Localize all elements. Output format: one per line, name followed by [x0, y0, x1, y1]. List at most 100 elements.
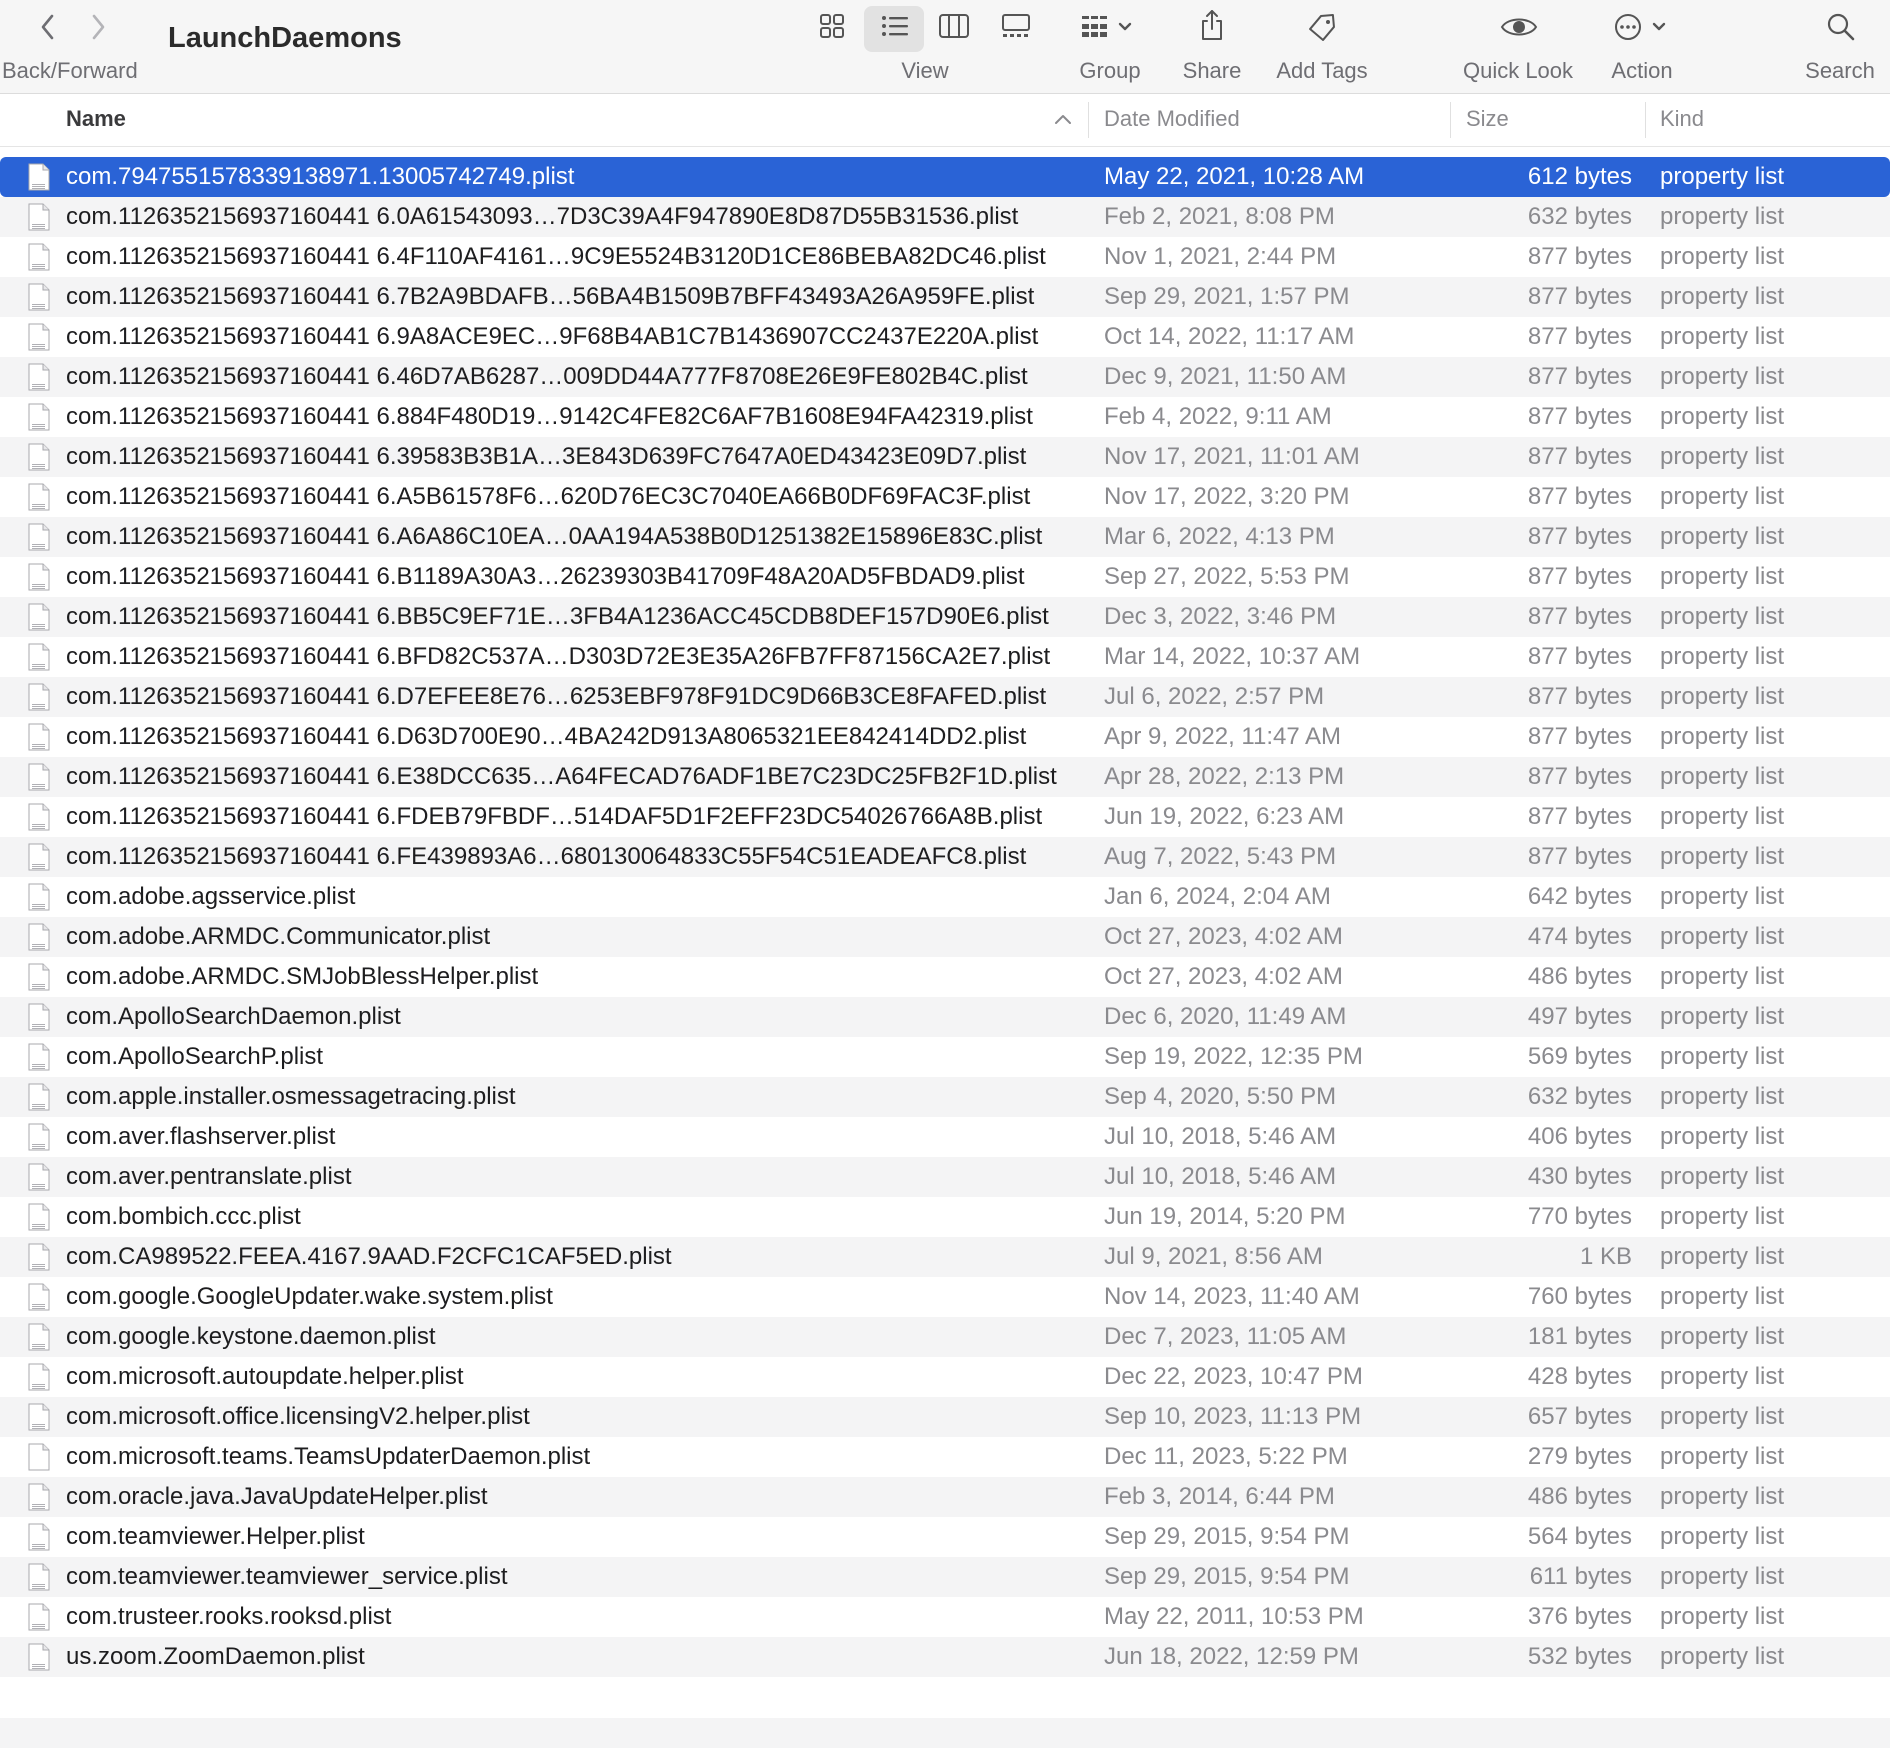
- file-row[interactable]: com.1126352156937160441 6.A6A86C10EA…0AA…: [0, 517, 1890, 557]
- file-name: com.microsoft.office.licensingV2.helper.…: [66, 1403, 530, 1430]
- file-row[interactable]: com.1126352156937160441 6.46D7AB6287…009…: [0, 357, 1890, 397]
- action-button[interactable]: Action: [1604, 0, 1680, 93]
- forward-icon[interactable]: [88, 12, 108, 42]
- file-row[interactable]: com.teamviewer.teamviewer_service.plist S…: [0, 1557, 1890, 1597]
- file-size: 279 bytes: [1527, 1443, 1632, 1470]
- file-row[interactable]: com.microsoft.autoupdate.helper.plist Dec…: [0, 1357, 1890, 1397]
- file-row[interactable]: com.1126352156937160441 6.884F480D19…914…: [0, 397, 1890, 437]
- file-row[interactable]: com.google.GoogleUpdater.wake.system.pli…: [0, 1277, 1890, 1317]
- file-kind: property list: [1660, 843, 1785, 870]
- plist-file-icon: [27, 1643, 51, 1684]
- back-forward-label: Back/Forward: [2, 58, 138, 83]
- file-kind: property list: [1660, 763, 1785, 790]
- file-kind: property list: [1660, 683, 1785, 710]
- file-date-modified: Dec 22, 2023, 10:47 PM: [1104, 1363, 1363, 1390]
- file-size: 486 bytes: [1527, 963, 1632, 990]
- file-row[interactable]: com.1126352156937160441 6.D63D700E90…4BA…: [0, 717, 1890, 757]
- file-row[interactable]: com.1126352156937160441 6.B1189A30A3…262…: [0, 557, 1890, 597]
- file-row[interactable]: com.1126352156937160441 6.BFD82C537A…D30…: [0, 637, 1890, 677]
- share-button[interactable]: Share: [1176, 0, 1248, 93]
- size-column-header[interactable]: Size: [1466, 94, 1509, 146]
- file-date-modified: Mar 6, 2022, 4:13 PM: [1104, 523, 1335, 550]
- file-row[interactable]: com.1126352156937160441 6.39583B3B1A…3E8…: [0, 437, 1890, 477]
- file-row[interactable]: com.aver.pentranslate.plist Jul 10, 2018,…: [0, 1157, 1890, 1197]
- file-kind: property list: [1660, 883, 1785, 910]
- column-divider[interactable]: [1088, 102, 1089, 138]
- file-name: com.teamviewer.teamviewer_service.plist: [66, 1563, 508, 1590]
- file-kind: property list: [1660, 403, 1785, 430]
- file-name: com.1126352156937160441 6.D7EFEE8E76…625…: [66, 683, 1047, 710]
- file-name: com.bombich.ccc.plist: [66, 1203, 301, 1230]
- icon-view-icon[interactable]: [818, 12, 846, 40]
- file-size: 406 bytes: [1527, 1123, 1632, 1150]
- file-row[interactable]: com.aver.flashserver.plist Jul 10, 2018, …: [0, 1117, 1890, 1157]
- file-name: com.1126352156937160441 6.39583B3B1A…3E8…: [66, 443, 1027, 470]
- file-row[interactable]: com.1126352156937160441 6.7B2A9BDAFB…56B…: [0, 277, 1890, 317]
- file-date-modified: Jan 6, 2024, 2:04 AM: [1104, 883, 1331, 910]
- file-row[interactable]: com.microsoft.teams.TeamsUpdaterDaemon.p…: [0, 1437, 1890, 1477]
- view-control: View: [808, 0, 1042, 93]
- file-name: com.google.GoogleUpdater.wake.system.pli…: [66, 1283, 553, 1310]
- file-size: 430 bytes: [1527, 1163, 1632, 1190]
- date-modified-column-header[interactable]: Date Modified: [1104, 94, 1240, 146]
- file-date-modified: Nov 17, 2022, 3:20 PM: [1104, 483, 1350, 510]
- file-size: 564 bytes: [1527, 1523, 1632, 1550]
- file-name: com.microsoft.autoupdate.helper.plist: [66, 1363, 464, 1390]
- file-name: com.oracle.java.JavaUpdateHelper.plist: [66, 1483, 488, 1510]
- file-kind: property list: [1660, 1203, 1785, 1230]
- eye-icon: [1500, 18, 1538, 36]
- file-kind: property list: [1660, 1603, 1785, 1630]
- file-row[interactable]: com.adobe.agsservice.plist Jan 6, 2024, 2…: [0, 877, 1890, 917]
- file-row[interactable]: com.CA989522.FEEA.4167.9AAD.F2CFC1CAF5ED…: [0, 1237, 1890, 1277]
- file-row[interactable]: us.zoom.ZoomDaemon.plist Jun 18, 2022, 12…: [0, 1637, 1890, 1677]
- file-row[interactable]: com.oracle.java.JavaUpdateHelper.plist Fe…: [0, 1477, 1890, 1517]
- search-button[interactable]: Search: [1798, 0, 1882, 93]
- file-kind: property list: [1660, 443, 1785, 470]
- tag-icon: [1309, 13, 1335, 41]
- quick-look-button[interactable]: Quick Look: [1458, 0, 1578, 93]
- file-date-modified: Sep 27, 2022, 5:53 PM: [1104, 563, 1350, 590]
- file-row[interactable]: com.ApolloSearchP.plist Sep 19, 2022, 12:…: [0, 1037, 1890, 1077]
- file-row[interactable]: com.1126352156937160441 6.E38DCC635…A64F…: [0, 757, 1890, 797]
- file-date-modified: Dec 7, 2023, 11:05 AM: [1104, 1323, 1347, 1350]
- file-kind: property list: [1660, 803, 1785, 830]
- file-row[interactable]: com.1126352156937160441 6.4F110AF4161…9C…: [0, 237, 1890, 277]
- add-tags-button[interactable]: Add Tags: [1272, 0, 1372, 93]
- file-row[interactable]: com.1126352156937160441 6.FDEB79FBDF…514…: [0, 797, 1890, 837]
- file-date-modified: Apr 9, 2022, 11:47 AM: [1104, 723, 1342, 750]
- file-row[interactable]: com.1126352156937160441 6.BB5C9EF71E…3FB…: [0, 597, 1890, 637]
- file-row[interactable]: com.1126352156937160441 6.A5B61578F6…620…: [0, 477, 1890, 517]
- file-row[interactable]: com.apple.installer.osmessagetracing.pli…: [0, 1077, 1890, 1117]
- kind-column-header[interactable]: Kind: [1660, 94, 1704, 146]
- file-row[interactable]: com.1126352156937160441 6.D7EFEE8E76…625…: [0, 677, 1890, 717]
- file-row[interactable]: com.adobe.ARMDC.SMJobBlessHelper.plist Oc…: [0, 957, 1890, 997]
- file-row[interactable]: com.1126352156937160441 6.0A61543093…7D3…: [0, 197, 1890, 237]
- file-date-modified: Sep 4, 2020, 5:50 PM: [1104, 1083, 1337, 1110]
- file-row[interactable]: com.7947551578339138971.13005742749.plis…: [0, 157, 1890, 197]
- name-column-header[interactable]: Name: [66, 94, 126, 146]
- file-name: com.1126352156937160441 6.0A61543093…7D3…: [66, 203, 1019, 230]
- file-name: com.microsoft.teams.TeamsUpdaterDaemon.p…: [66, 1443, 591, 1470]
- list-view-icon[interactable]: [880, 12, 910, 40]
- file-row[interactable]: com.google.keystone.daemon.plist Dec 7, 2…: [0, 1317, 1890, 1357]
- column-divider[interactable]: [1645, 102, 1646, 138]
- file-row[interactable]: com.bombich.ccc.plist Jun 19, 2014, 5:20 …: [0, 1197, 1890, 1237]
- file-size: 611 bytes: [1529, 1563, 1632, 1590]
- gallery-view-icon[interactable]: [1000, 12, 1032, 40]
- file-name: com.aver.pentranslate.plist: [66, 1163, 352, 1190]
- column-divider[interactable]: [1450, 102, 1451, 138]
- file-row[interactable]: com.1126352156937160441 6.9A8ACE9EC…9F68…: [0, 317, 1890, 357]
- file-size: 376 bytes: [1527, 1603, 1632, 1630]
- column-view-icon[interactable]: [938, 12, 970, 40]
- finder-toolbar: Back/Forward LaunchDaemons View Group Sh…: [0, 0, 1890, 94]
- file-row[interactable]: com.1126352156937160441 6.FE439893A6…680…: [0, 837, 1890, 877]
- file-row[interactable]: com.adobe.ARMDC.Communicator.plist Oct 27…: [0, 917, 1890, 957]
- back-icon[interactable]: [38, 12, 58, 42]
- file-row[interactable]: com.teamviewer.Helper.plist Sep 29, 2015,…: [0, 1517, 1890, 1557]
- file-row[interactable]: com.microsoft.office.licensingV2.helper.…: [0, 1397, 1890, 1437]
- file-row[interactable]: com.ApolloSearchDaemon.plist Dec 6, 2020,…: [0, 997, 1890, 1037]
- file-row[interactable]: com.trusteer.rooks.rooksd.plist May 22, 2…: [0, 1597, 1890, 1637]
- file-size: 181 bytes: [1527, 1323, 1632, 1350]
- group-button[interactable]: Group: [1074, 0, 1146, 93]
- file-size: 760 bytes: [1527, 1283, 1632, 1310]
